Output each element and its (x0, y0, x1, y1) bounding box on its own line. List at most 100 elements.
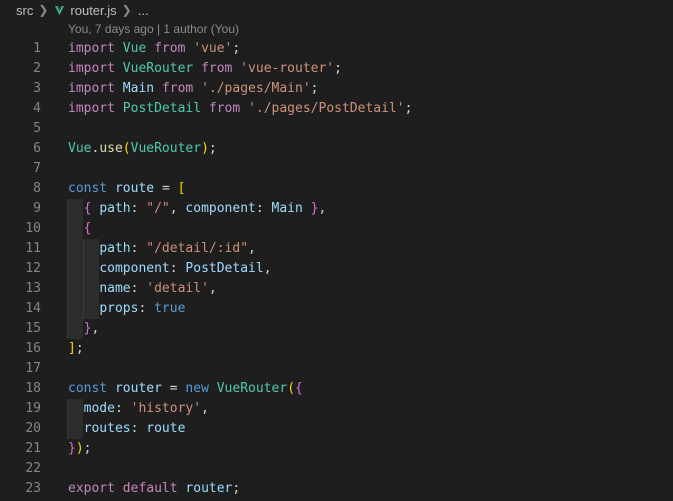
property: component (99, 261, 170, 276)
keyword: import (68, 61, 115, 76)
indent-guide (67, 239, 83, 259)
string: 'vue' (193, 41, 233, 56)
code-editor[interactable]: 1 import Vue from 'vue'; 2 import VueRoute… (0, 39, 673, 499)
identifier: Main (271, 201, 303, 216)
breadcrumb: src ❯ router.js ❯ ... (0, 0, 673, 20)
code-line: 18 const router = new VueRouter({ (0, 379, 673, 399)
property: mode (83, 401, 115, 416)
bracket: ] (68, 341, 76, 356)
line-number: 15 (25, 321, 41, 336)
punctuation: ; (334, 61, 342, 76)
punctuation: , (248, 241, 256, 256)
line-number: 8 (33, 181, 41, 196)
punctuation: : (169, 261, 178, 276)
code-line: 5 (0, 119, 673, 139)
punctuation: , (263, 261, 272, 276)
keyword: from (161, 81, 194, 96)
punctuation: ; (75, 341, 84, 356)
bracket: { (83, 221, 92, 236)
line-number: 2 (33, 61, 41, 76)
punctuation: : (130, 421, 139, 436)
string: './pages/Main' (201, 81, 311, 96)
indent-guide (83, 279, 99, 299)
identifier: route (114, 181, 155, 196)
keyword: import (68, 101, 115, 116)
line-number: 7 (33, 161, 41, 176)
string: './pages/PostDetail' (248, 101, 405, 116)
property: path (99, 201, 131, 216)
code-line: 14 props: true (0, 299, 673, 319)
line-number: 9 (33, 201, 41, 216)
line-number: 4 (33, 101, 41, 116)
operator: = (169, 381, 178, 396)
vue-icon (54, 5, 65, 16)
breadcrumb-folder[interactable]: src (16, 3, 33, 18)
identifier: VueRouter (216, 381, 288, 396)
punctuation: ; (208, 141, 217, 156)
punctuation: , (91, 321, 100, 336)
line-number: 23 (25, 481, 41, 496)
bracket: } (68, 441, 76, 456)
bracket: } (310, 201, 319, 216)
identifier: Main (122, 81, 155, 96)
punctuation: , (208, 281, 217, 296)
punctuation: : (130, 201, 139, 216)
indent-guide (67, 399, 83, 419)
code-line: 1 import Vue from 'vue'; (0, 39, 673, 59)
keyword: const (68, 381, 108, 396)
indent-guide (67, 219, 83, 239)
breadcrumb-more[interactable]: ... (138, 3, 149, 18)
line-number: 14 (25, 301, 41, 316)
keyword: import (68, 81, 115, 96)
codelens-blame[interactable]: You, 7 days ago | 1 author (You) (68, 22, 239, 36)
code-line: 17 (0, 359, 673, 379)
keyword: from (201, 61, 233, 76)
punctuation: ; (404, 101, 413, 116)
keyword: from (154, 41, 186, 56)
identifier: VueRouter (130, 141, 202, 156)
bracket: { (295, 381, 303, 396)
indent-guide (67, 299, 83, 319)
punctuation: ; (83, 441, 92, 456)
line-number: 3 (33, 81, 41, 96)
line-number: 16 (25, 341, 41, 356)
string: "/detail/:id" (146, 241, 249, 256)
code-line: 13 name: 'detail', (0, 279, 673, 299)
code-line: 22 (0, 459, 673, 479)
string: "/" (146, 201, 170, 216)
keyword: from (208, 101, 241, 116)
punctuation: , (169, 201, 178, 216)
bracket: ) (75, 441, 84, 456)
line-number: 11 (25, 241, 41, 256)
bracket: { (83, 201, 92, 216)
line-number: 12 (25, 261, 41, 276)
code-line: 12 component: PostDetail, (0, 259, 673, 279)
property: component (185, 201, 256, 216)
code-line: 2 import VueRouter from 'vue-router'; (0, 59, 673, 79)
line-number: 13 (25, 281, 41, 296)
chevron-right-icon: ❯ (121, 3, 132, 17)
identifier: VueRouter (122, 61, 194, 76)
identifier: route (146, 421, 186, 436)
punctuation: : (255, 201, 264, 216)
indent-guide (67, 199, 83, 219)
line-number: 1 (33, 41, 41, 56)
operator: = (161, 181, 170, 196)
code-line: 10 { (0, 219, 673, 239)
line-number: 20 (25, 421, 41, 436)
identifier: PostDetail (122, 101, 202, 116)
identifier: PostDetail (185, 261, 264, 276)
keyword: const (68, 181, 108, 196)
chevron-right-icon: ❯ (38, 3, 49, 17)
string: 'vue-router' (240, 61, 335, 76)
function-name: use (99, 141, 123, 156)
indent-guide (67, 279, 83, 299)
line-number: 10 (25, 221, 41, 236)
property: path (99, 241, 131, 256)
punctuation: : (138, 301, 147, 316)
line-number: 5 (33, 121, 41, 136)
breadcrumb-file[interactable]: router.js (70, 3, 116, 18)
code-line: 20 routes: route (0, 419, 673, 439)
keyword: export (68, 481, 115, 496)
punctuation: : (130, 281, 139, 296)
